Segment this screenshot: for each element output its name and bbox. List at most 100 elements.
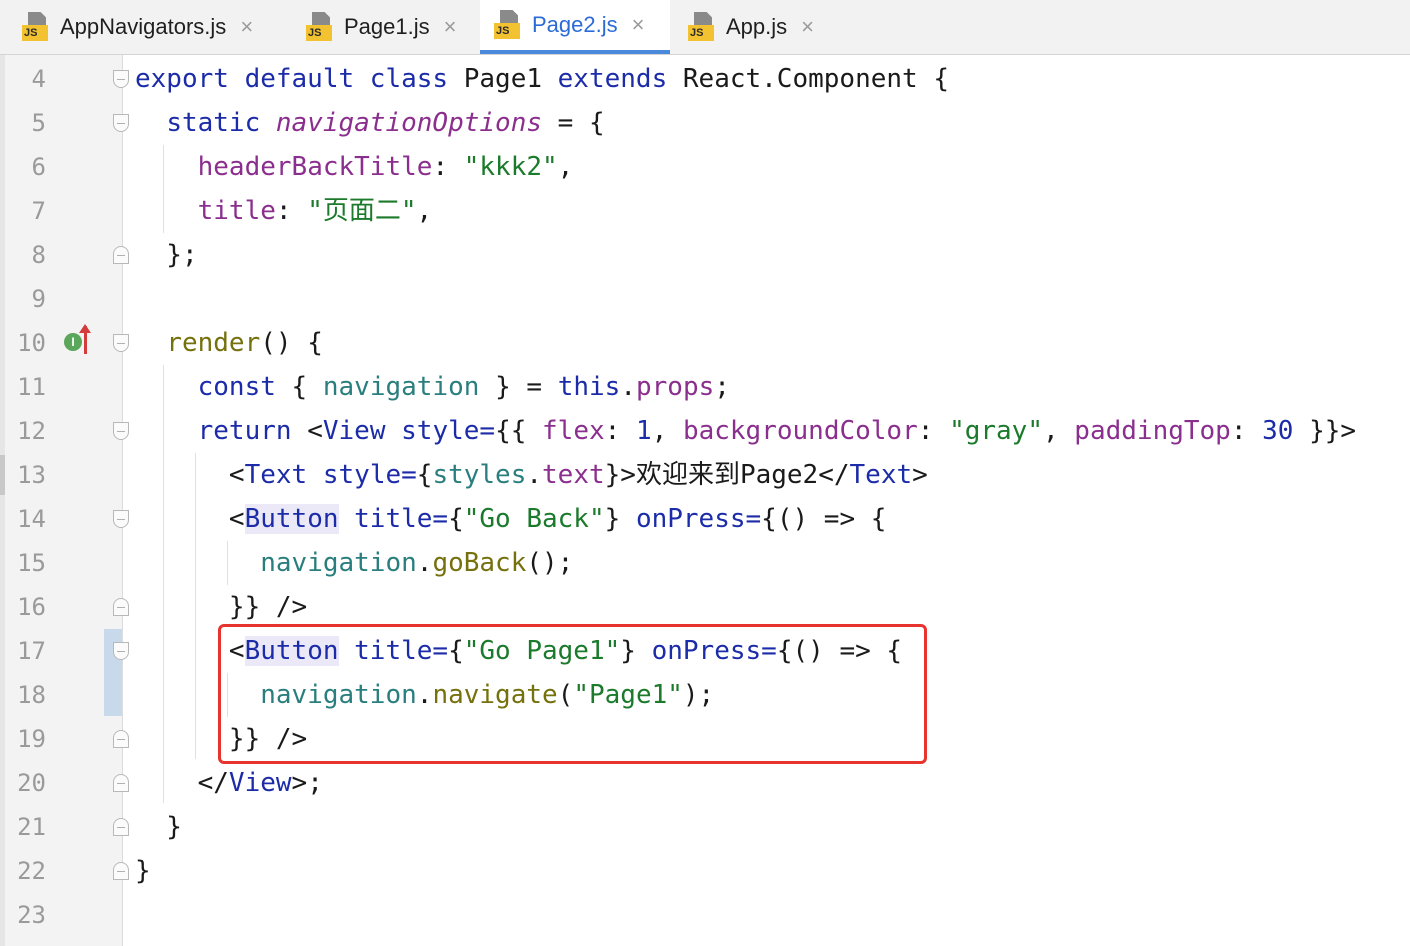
code-line: } [135,856,151,886]
code-line: render() { [166,328,323,358]
js-file-icon: JS [306,12,334,42]
line-number: 21 [17,813,46,841]
token: Text [244,460,308,490]
token: 30 [1262,416,1294,446]
line-number: 12 [17,417,46,445]
code-line: <Text style={styles.text}>欢迎来到Page2</Tex… [135,460,928,490]
code-line: } [135,812,182,842]
fold-marker-icon[interactable] [113,334,129,352]
token: backgroundColor [682,416,918,446]
tab-label: AppNavigators.js [60,14,227,39]
highlight-annotation-box [218,624,927,764]
token: Text [849,460,913,490]
code-line: title: "页面二", [197,196,433,226]
line-number: 13 [17,461,46,489]
token: "gray" [949,416,1043,446]
line-number: 8 [31,241,46,269]
code-line: navigation.goBack(); [260,548,574,578]
token: text [542,460,605,490]
code-line: export default class Page1 extends React… [135,64,949,94]
token: style= [401,416,496,446]
line-number: 17 [17,637,46,665]
token: export default class [135,64,449,94]
js-file-icon: JS [22,12,50,42]
line-number: 22 [17,857,46,885]
token: title= [354,504,449,534]
token: style= [322,460,417,490]
token: render [166,328,261,358]
tab-label: Page1.js [344,14,430,39]
token: goBack [432,548,527,578]
js-file-icon: JS [688,12,716,42]
close-tab-icon[interactable]: × [632,12,645,38]
tab-page1[interactable]: JS Page1.js × [306,0,456,54]
fold-marker-icon[interactable] [113,730,129,748]
line-number: 20 [17,769,46,797]
fold-marker-icon[interactable] [113,818,129,836]
editor-tab-bar: JS AppNavigators.js × JS Page1.js × JS P… [0,0,1410,55]
tab-label: Page2.js [532,12,618,37]
code-line: return <View style={{ flex: 1, backgroun… [197,416,1357,446]
code-line: const { navigation } = this.props; [197,372,730,402]
code-line: }} /> [135,592,308,622]
implements-method-icon[interactable]: I [64,333,82,351]
code-line: static navigationOptions = { [166,108,605,138]
token: View [322,416,386,446]
line-number: 10 [17,329,46,357]
token: styles [432,460,527,490]
close-tab-icon[interactable]: × [240,14,253,40]
token: "Go Back" [463,504,605,534]
line-number: 23 [17,901,46,929]
token: navigation [322,372,480,402]
override-up-arrow-icon[interactable] [79,324,91,354]
fold-marker-icon[interactable] [113,246,129,264]
token: const [197,372,276,402]
token: props [635,372,715,402]
token: static [166,108,261,138]
token: 1 [635,416,652,446]
close-tab-icon[interactable]: × [444,14,457,40]
code-line: }; [135,240,198,270]
fold-marker-icon[interactable] [113,598,129,616]
line-number: 16 [17,593,46,621]
line-number: 14 [17,505,46,533]
code-line: headerBackTitle: "kkk2", [197,152,574,182]
token: navigationOptions [275,108,542,138]
js-file-icon: JS [494,10,522,40]
token: Button [244,504,339,534]
tab-page2[interactable]: JS Page2.js × [480,0,670,54]
fold-marker-icon[interactable] [113,70,129,88]
close-tab-icon[interactable]: × [801,14,814,40]
line-number: 9 [31,285,46,313]
fold-marker-icon[interactable] [113,774,129,792]
token: return [197,416,292,446]
fold-marker-icon[interactable] [113,114,129,132]
line-number: 11 [17,373,46,401]
code-line: </View>; [135,768,323,798]
token: View [228,768,292,798]
line-number: 6 [31,153,46,181]
line-number: 18 [17,681,46,709]
token: onPress= [635,504,762,534]
tab-app[interactable]: JS App.js × [688,0,814,54]
line-number: 5 [31,109,46,137]
token: this [557,372,621,402]
token: title [197,196,276,226]
token: headerBackTitle [197,152,433,182]
token: flex [542,416,605,446]
token: "kkk2" [463,152,558,182]
fold-marker-icon[interactable] [113,510,129,528]
line-number: 4 [31,65,46,93]
tab-label: App.js [726,14,788,39]
tab-appnavigators[interactable]: JS AppNavigators.js × [22,0,253,54]
token: paddingTop [1074,416,1231,446]
token: extends [557,64,668,94]
token: "页面二" [307,196,417,226]
line-number: 15 [17,549,46,577]
fold-marker-icon[interactable] [113,862,129,880]
line-number: 7 [31,197,46,225]
token: navigation [260,548,417,578]
fold-marker-icon[interactable] [113,422,129,440]
fold-marker-icon[interactable] [113,642,129,660]
line-number: 19 [17,725,46,753]
